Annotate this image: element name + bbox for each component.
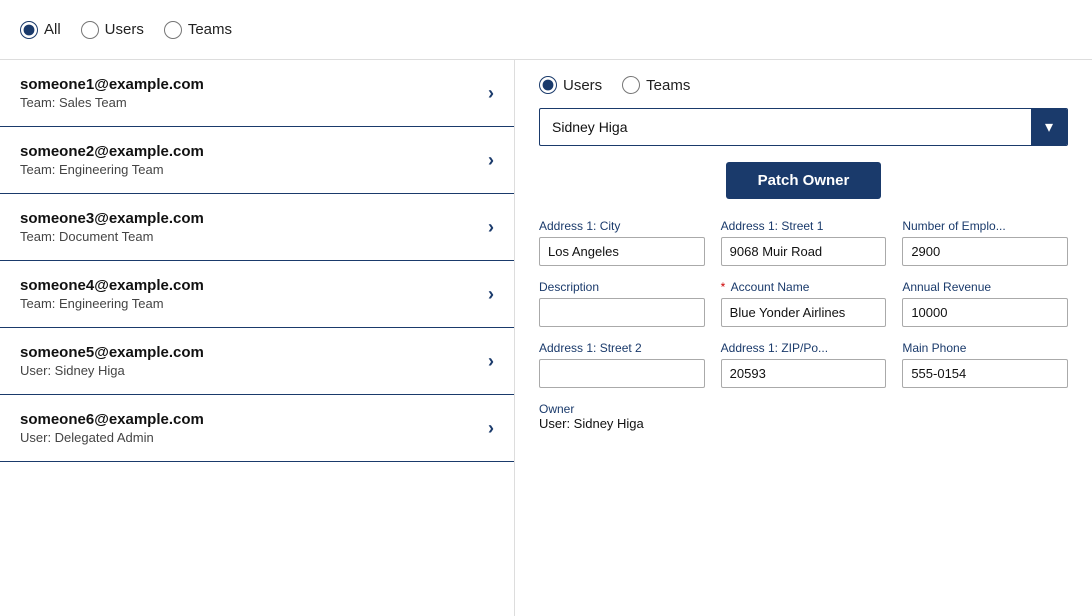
field-annual-revenue: Annual Revenue [902,280,1068,327]
chevron-right-icon: › [488,284,494,305]
field-input-annual-revenue[interactable] [902,298,1068,327]
dropdown-value: Sidney Higa [540,111,1031,143]
field-label-address-street2: Address 1: Street 2 [539,341,705,355]
owner-label: Owner [539,402,1068,416]
filter-teams[interactable]: Teams [164,21,232,39]
owner-dropdown[interactable]: Sidney Higa ▾ [539,108,1068,146]
field-account-name: * Account Name [721,280,887,327]
top-filter-bar: All Users Teams [0,0,1092,60]
chevron-right-icon: › [488,351,494,372]
list-item-sub: User: Delegated Admin [20,430,204,445]
dropdown-button[interactable]: ▾ [1031,109,1067,145]
right-filter-teams-label: Teams [646,77,690,94]
field-address-street2: Address 1: Street 2 [539,341,705,388]
field-address-zip: Address 1: ZIP/Po... [721,341,887,388]
patch-owner-button[interactable]: Patch Owner [726,162,882,199]
patch-owner-btn-container: Patch Owner [539,162,1068,199]
field-input-num-employees[interactable] [902,237,1068,266]
list-item[interactable]: someone1@example.com Team: Sales Team › [0,60,514,127]
list-item-email: someone6@example.com [20,411,204,428]
field-input-description[interactable] [539,298,705,327]
field-description: Description [539,280,705,327]
field-label-account-name: * Account Name [721,280,887,294]
filter-users-label: Users [105,21,144,38]
owner-value: User: Sidney Higa [539,416,1068,431]
field-address-city: Address 1: City [539,219,705,266]
fields-grid: Address 1: City Address 1: Street 1 Numb… [539,219,1068,388]
main-container: All Users Teams someone1@example.com Tea… [0,0,1092,616]
right-filter-users-label: Users [563,77,602,94]
filter-all[interactable]: All [20,21,61,39]
list-item[interactable]: someone2@example.com Team: Engineering T… [0,127,514,194]
field-input-account-name[interactable] [721,298,887,327]
chevron-right-icon: › [488,217,494,238]
field-label-annual-revenue: Annual Revenue [902,280,1068,294]
filter-teams-label: Teams [188,21,232,38]
chevron-right-icon: › [488,83,494,104]
list-item-email: someone3@example.com [20,210,204,227]
field-address-street1: Address 1: Street 1 [721,219,887,266]
field-num-employees: Number of Emplo... [902,219,1068,266]
list-item-sub: Team: Sales Team [20,95,204,110]
list-item-sub: Team: Engineering Team [20,162,204,177]
field-label-address-zip: Address 1: ZIP/Po... [721,341,887,355]
right-panel: Users Teams Sidney Higa ▾ Patch Owner [515,60,1092,616]
field-label-address-city: Address 1: City [539,219,705,233]
field-label-num-employees: Number of Emplo... [902,219,1068,233]
chevron-right-icon: › [488,418,494,439]
content-area: someone1@example.com Team: Sales Team › … [0,60,1092,616]
field-label-description: Description [539,280,705,294]
list-item-email: someone4@example.com [20,277,204,294]
list-item-email: someone2@example.com [20,143,204,160]
list-item[interactable]: someone3@example.com Team: Document Team… [0,194,514,261]
right-filter-teams[interactable]: Teams [622,76,690,94]
filter-all-label: All [44,21,61,38]
field-input-address-city[interactable] [539,237,705,266]
right-filter-bar: Users Teams [539,76,1068,94]
list-item-email: someone1@example.com [20,76,204,93]
field-label-address-street1: Address 1: Street 1 [721,219,887,233]
owner-section: Owner User: Sidney Higa [539,402,1068,431]
list-item[interactable]: someone4@example.com Team: Engineering T… [0,261,514,328]
list-item-email: someone5@example.com [20,344,204,361]
right-filter-users[interactable]: Users [539,76,602,94]
dropdown-container: Sidney Higa ▾ [539,108,1068,146]
field-input-address-street1[interactable] [721,237,887,266]
filter-users[interactable]: Users [81,21,144,39]
list-item-sub: Team: Engineering Team [20,296,204,311]
field-input-address-zip[interactable] [721,359,887,388]
list-item[interactable]: someone5@example.com User: Sidney Higa › [0,328,514,395]
field-input-address-street2[interactable] [539,359,705,388]
top-radio-group: All Users Teams [20,21,232,39]
left-panel: someone1@example.com Team: Sales Team › … [0,60,515,616]
field-input-main-phone[interactable] [902,359,1068,388]
list-item-sub: User: Sidney Higa [20,363,204,378]
list-item-sub: Team: Document Team [20,229,204,244]
required-indicator: * [721,280,729,294]
field-label-main-phone: Main Phone [902,341,1068,355]
field-main-phone: Main Phone [902,341,1068,388]
list-item[interactable]: someone6@example.com User: Delegated Adm… [0,395,514,462]
chevron-right-icon: › [488,150,494,171]
